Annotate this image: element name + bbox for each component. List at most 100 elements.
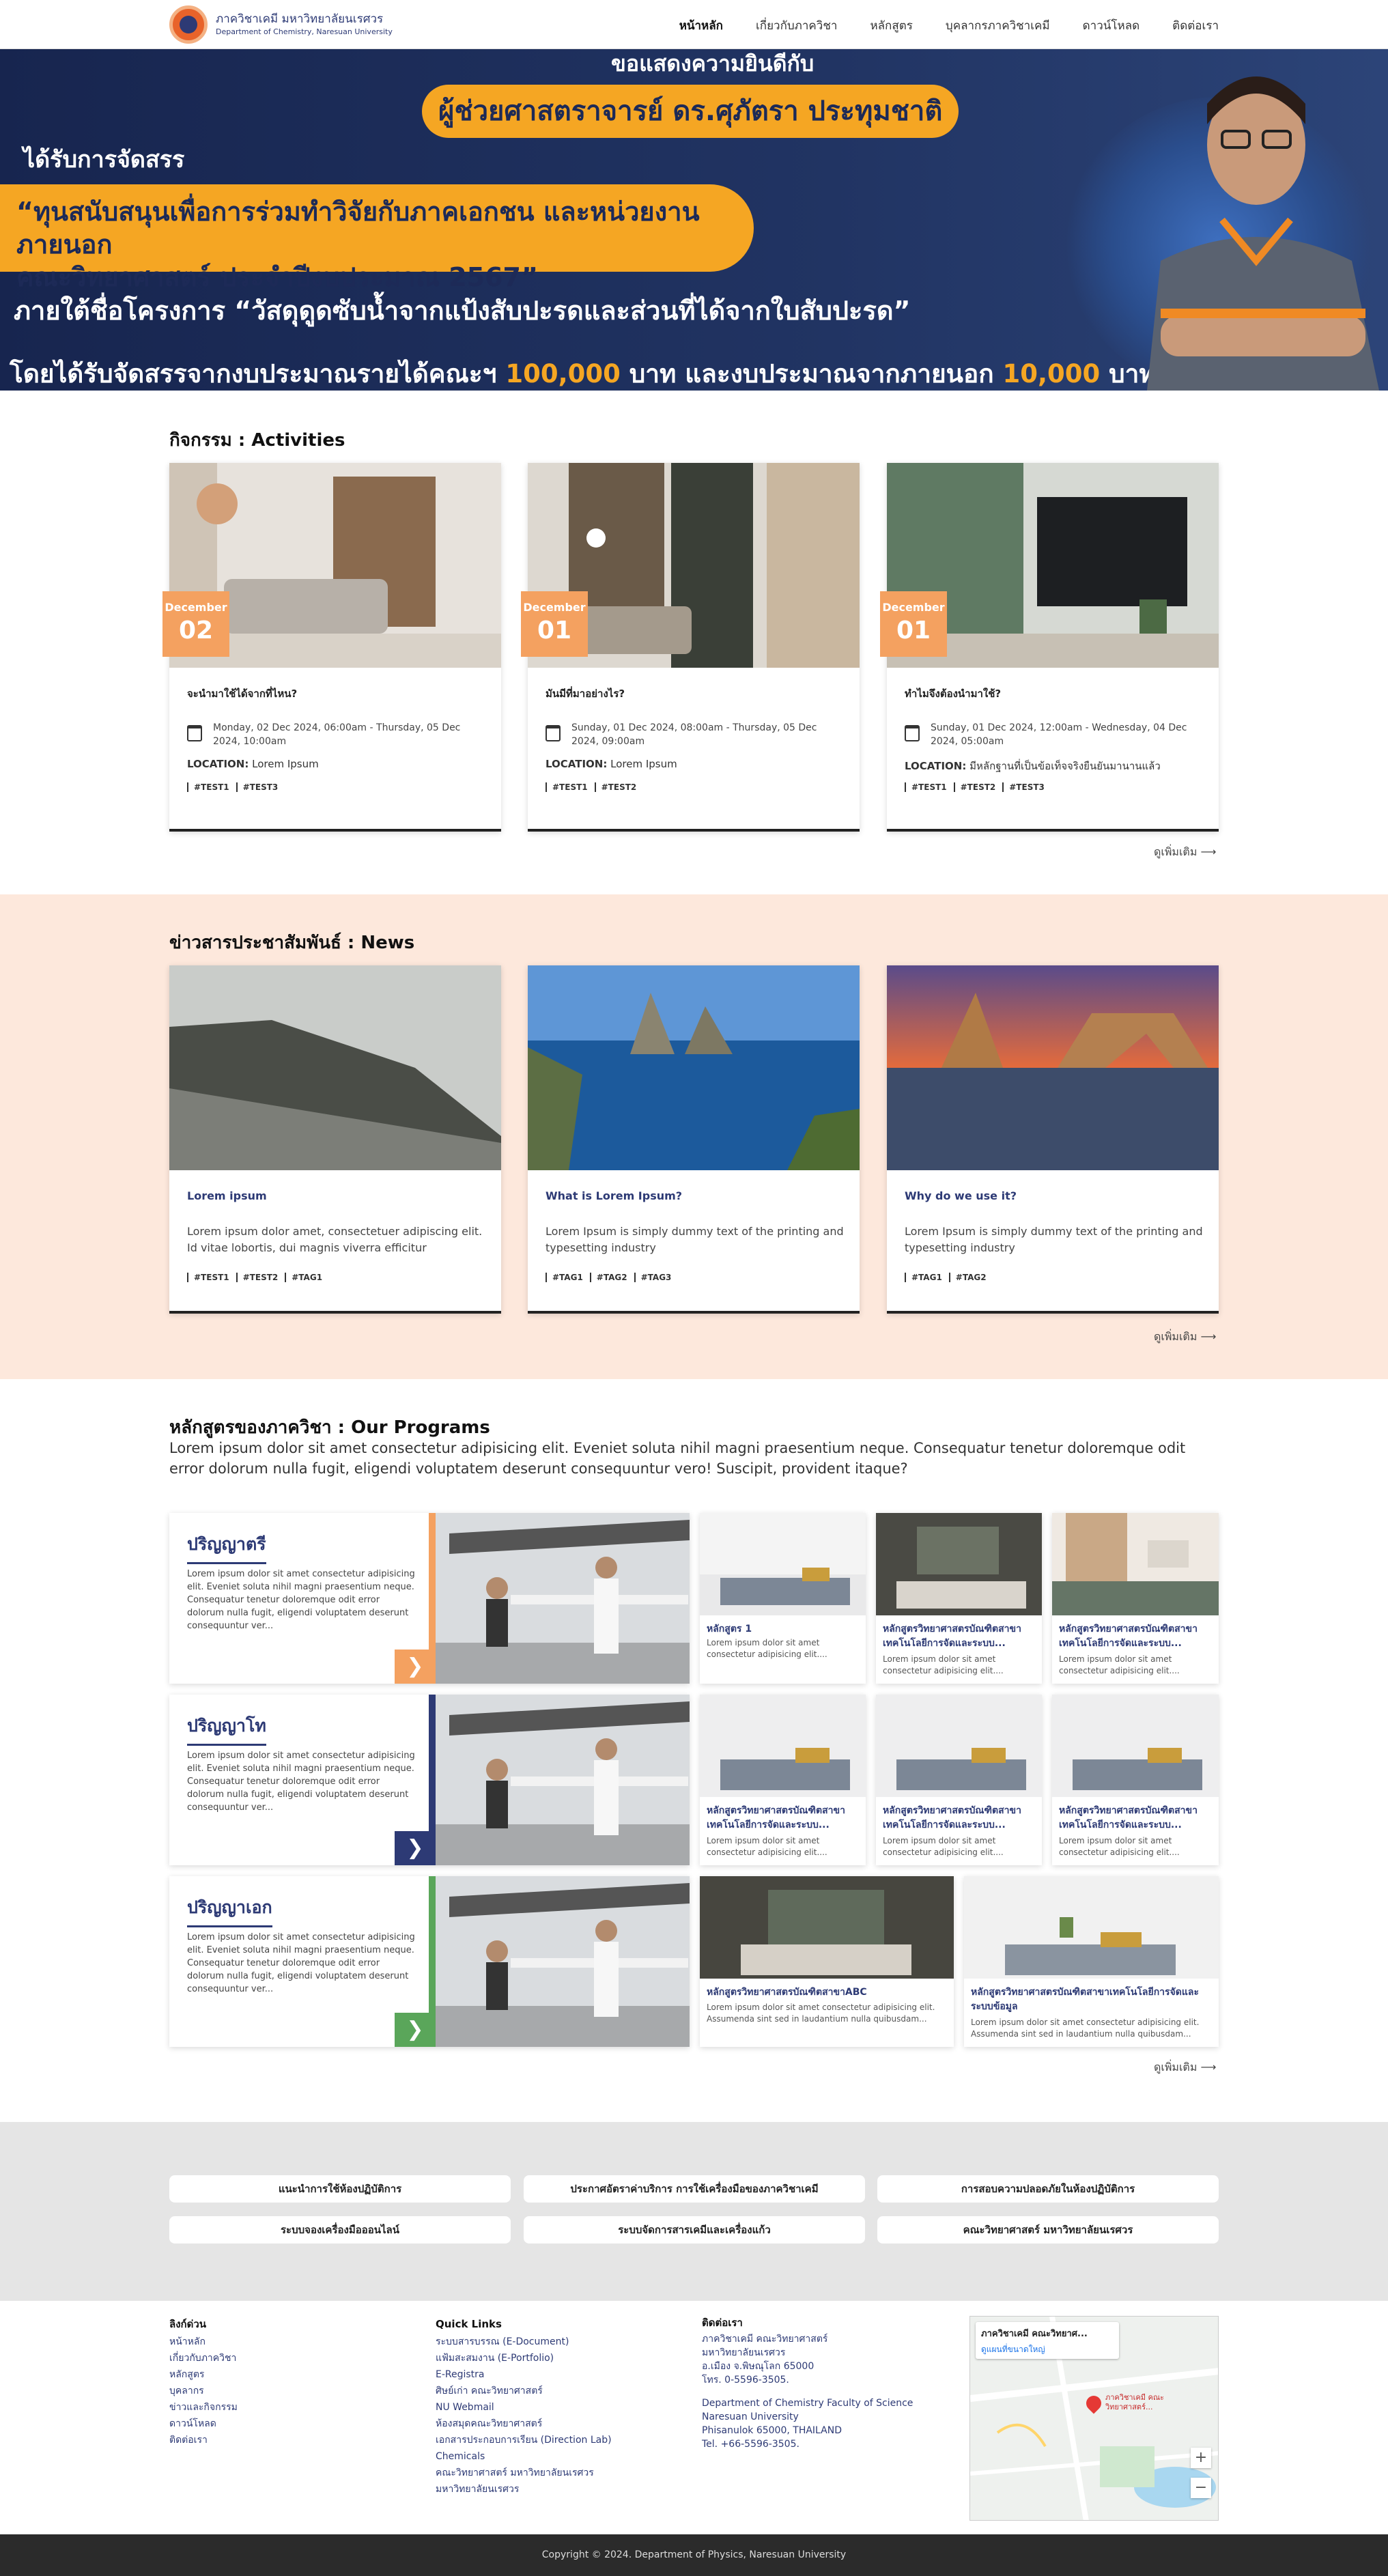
zoom-in-button[interactable]: +	[1191, 2448, 1211, 2468]
activities-title: กิจกรรม : Activities	[169, 430, 345, 451]
news-card[interactable]: What is Lorem Ipsum? Lorem Ipsum is simp…	[528, 965, 860, 1314]
footer-link[interactable]: ห้องสมุดคณะวิทยาศาสตร์	[436, 2416, 612, 2432]
activity-date: Sunday, 01 Dec 2024, 12:00am - Wednesday…	[931, 722, 1187, 747]
footer-link[interactable]: คณะวิทยาศาสตร์ มหาวิทยาลัยนเรศวร	[436, 2465, 612, 2481]
nav-staff[interactable]: บุคลากรภาควิชาเคมี	[946, 16, 1050, 35]
chevron-right-icon[interactable]: ❯	[395, 2013, 436, 2047]
link-button[interactable]: ระบบจองเครื่องมือออนไลน์	[169, 2216, 511, 2244]
program-card[interactable]: หลักสูตรวิทยาศาสตรบัณฑิตสาขาเทคโนโลยีการ…	[1052, 1695, 1219, 1865]
nav-home[interactable]: หน้าหลัก	[679, 16, 723, 35]
brand-name-th[interactable]: ภาควิชาเคมี มหาวิทยาลัยนเรศวร	[216, 10, 383, 28]
footer-link[interactable]: แฟ้มสะสมงาน (E-Portfolio)	[436, 2350, 612, 2366]
tag[interactable]: #TAG1	[285, 1273, 322, 1282]
footer-link[interactable]: E-Registra	[436, 2366, 612, 2383]
activity-location: LOCATION: Lorem Ipsum	[187, 758, 319, 770]
link-button[interactable]: ระบบจัดการสารเคมีและเครื่องแก้ว	[524, 2216, 865, 2244]
programs-more-link[interactable]: ดูเพิ่มเติม ⟶	[1154, 2059, 1216, 2076]
activities-more-link[interactable]: ดูเพิ่มเติม ⟶	[1154, 844, 1216, 861]
lab-photo	[436, 1695, 690, 1865]
tag[interactable]: #TEST2	[594, 782, 636, 792]
activity-card[interactable]: December 01 มันมีที่มาอย่างไร? Sunday, 01…	[521, 463, 860, 832]
program-card[interactable]: หลักสูตร 1 Lorem ipsum dolor sit amet co…	[700, 1513, 866, 1684]
nav-contact[interactable]: ติดต่อเรา	[1172, 16, 1219, 35]
hero-banner[interactable]: ขอแสดงความยินดีกับ ผู้ช่วยศาสตราจารย์ ดร…	[0, 49, 1388, 391]
news-card[interactable]: Lorem ipsum Lorem ipsum dolor amet, cons…	[169, 965, 501, 1314]
footer-link[interactable]: มหาวิทยาลัยนเรศวร	[436, 2481, 612, 2497]
footer-quick-nav: ลิงก์ด่วน หน้าหลัก เกี่ยวกับภาควิชา หลัก…	[169, 2316, 238, 2448]
link-button[interactable]: ประกาศอัตราค่าบริการ การใช้เครื่องมือของ…	[524, 2175, 865, 2203]
program-card[interactable]: หลักสูตรวิทยาศาสตรบัณฑิตสาขาเทคโนโลยีการ…	[876, 1695, 1042, 1865]
link-button[interactable]: คณะวิทยาศาสตร์ มหาวิทยาลัยนเรศวร	[877, 2216, 1219, 2244]
program-image	[700, 1695, 866, 1797]
map-larger-link[interactable]: ดูแผนที่ขนาดใหญ่	[981, 2343, 1114, 2356]
news-more-link[interactable]: ดูเพิ่มเติม ⟶	[1154, 1329, 1216, 1346]
tag[interactable]: #TAG3	[634, 1273, 671, 1282]
program-image	[700, 1876, 954, 1979]
chevron-right-icon[interactable]: ❯	[395, 1831, 436, 1865]
nav-programs[interactable]: หลักสูตร	[870, 16, 912, 35]
department-logo[interactable]	[169, 5, 208, 44]
tag[interactable]: #TEST3	[236, 782, 278, 792]
programs-title: หลักสูตรของภาควิชา : Our Programs	[169, 1417, 490, 1438]
tag[interactable]: #TEST3	[1002, 782, 1045, 792]
tag-list: #TEST1 #TEST2	[546, 782, 636, 792]
activity-card[interactable]: December 01 ทำไมจึงต้องนำมาใช้? Sunday, 0…	[880, 463, 1219, 832]
activity-title[interactable]: จะนำมาใช้ได้จากที่ไหน?	[187, 685, 297, 702]
footer-link[interactable]: NU Webmail	[436, 2399, 612, 2416]
program-card[interactable]: หลักสูตรวิทยาศาสตรบัณฑิตสาขาเทคโนโลยีการ…	[700, 1695, 866, 1865]
tag[interactable]: #TEST1	[905, 782, 947, 792]
footer-link[interactable]: บุคลากร	[169, 2383, 238, 2399]
tag[interactable]: #TEST1	[546, 782, 588, 792]
footer-link[interactable]: หลักสูตร	[169, 2366, 238, 2383]
location-map[interactable]: ภาควิชาเคมี คณะวิทยาศ... ดูแผนที่ขนาดใหญ…	[969, 2316, 1219, 2521]
tag[interactable]: #TAG1	[905, 1273, 942, 1282]
program-card[interactable]: หลักสูตรวิทยาศาสตรบัณฑิตสาขาเทคโนโลยีการ…	[876, 1513, 1042, 1684]
link-button[interactable]: แนะนำการใช้ห้องปฏิบัติการ	[169, 2175, 511, 2203]
contact-line: อ.เมือง จ.พิษณุโลก 65000	[702, 2361, 815, 2372]
program-card[interactable]: หลักสูตรวิทยาศาสตรบัณฑิตสาขาเทคโนโลยีการ…	[1052, 1513, 1219, 1684]
link-button[interactable]: การสอบความปลอดภัยในห้องปฏิบัติการ	[877, 2175, 1219, 2203]
footer-link[interactable]: ติดต่อเรา	[169, 2432, 238, 2448]
tag-list: #TEST1 #TEST2 #TAG1	[187, 1273, 322, 1282]
program-card[interactable]: หลักสูตรวิทยาศาสตรบัณฑิตสาขาABC Lorem ip…	[700, 1876, 954, 2047]
hero-fund-line2: คณะวิทยาศาสตร์ ประจำปีงบประมาณ 2567”	[16, 262, 538, 292]
degree-card-master[interactable]: ปริญญาโท Lorem ipsum dolor sit amet cons…	[169, 1695, 690, 1865]
chevron-right-icon[interactable]: ❯	[395, 1650, 436, 1684]
footer-link[interactable]: หน้าหลัก	[169, 2334, 238, 2350]
activity-title[interactable]: มันมีที่มาอย่างไร?	[546, 685, 625, 702]
news-headline[interactable]: What is Lorem Ipsum?	[546, 1189, 682, 1202]
news-headline[interactable]: Why do we use it?	[905, 1189, 1017, 1202]
footer-link[interactable]: ระบบสารบรรณ (E-Document)	[436, 2334, 612, 2350]
program-image	[700, 1513, 866, 1615]
tag[interactable]: #TEST2	[236, 1273, 278, 1282]
footer-link[interactable]: ศิษย์เก่า คณะวิทยาศาสตร์	[436, 2383, 612, 2399]
tag[interactable]: #TAG2	[948, 1273, 987, 1282]
footer-link[interactable]: ข่าวและกิจกรรม	[169, 2399, 238, 2416]
tag[interactable]: #TAG2	[589, 1273, 627, 1282]
activity-title[interactable]: ทำไมจึงต้องนำมาใช้?	[905, 685, 1001, 702]
degree-title: ปริญญาโท	[187, 1712, 266, 1746]
arrow-right-icon: ⟶	[1200, 2061, 1217, 2073]
program-card[interactable]: หลักสูตรวิทยาศาสตรบัณฑิตสาขาเทคโนโลยีการ…	[964, 1876, 1219, 2047]
news-headline[interactable]: Lorem ipsum	[187, 1189, 267, 1202]
nav-about[interactable]: เกี่ยวกับภาควิชา	[756, 16, 837, 35]
site-header: ภาควิชาเคมี มหาวิทยาลัยนเรศวร Department…	[0, 0, 1388, 49]
nav-download[interactable]: ดาวน์โหลด	[1083, 16, 1140, 35]
footer-link[interactable]: เกี่ยวกับภาควิชา	[169, 2350, 238, 2366]
copyright-bar: Copyright © 2024. Department of Physics,…	[0, 2534, 1388, 2576]
contact-line: Phisanulok 65000, THAILAND	[702, 2425, 842, 2436]
tag[interactable]: #TEST2	[953, 782, 995, 792]
news-card[interactable]: Why do we use it? Lorem Ipsum is simply …	[887, 965, 1219, 1314]
tag[interactable]: #TEST1	[187, 782, 229, 792]
footer-link[interactable]: เอกสารประกอบการเรียน (Direction Lab)	[436, 2432, 612, 2448]
degree-card-doctoral[interactable]: ปริญญาเอก Lorem ipsum dolor sit amet con…	[169, 1876, 690, 2047]
degree-card-bachelor[interactable]: ปริญญาตรี Lorem ipsum dolor sit amet con…	[169, 1513, 690, 1684]
activity-card[interactable]: December 02 จะนำมาใช้ได้จากที่ไหน? Monday…	[162, 463, 501, 832]
arrow-right-icon: ⟶	[1200, 1330, 1217, 1343]
footer-link[interactable]: ดาวน์โหลด	[169, 2416, 238, 2432]
footer-link[interactable]: Chemicals	[436, 2448, 612, 2465]
tag[interactable]: #TAG1	[546, 1273, 583, 1282]
tag[interactable]: #TEST1	[187, 1273, 229, 1282]
zoom-out-button[interactable]: −	[1191, 2478, 1211, 2498]
hero-name-pill: ผู้ช่วยศาสตราจารย์ ดร.ศุภัตรา ประทุมชาติ	[422, 85, 959, 138]
